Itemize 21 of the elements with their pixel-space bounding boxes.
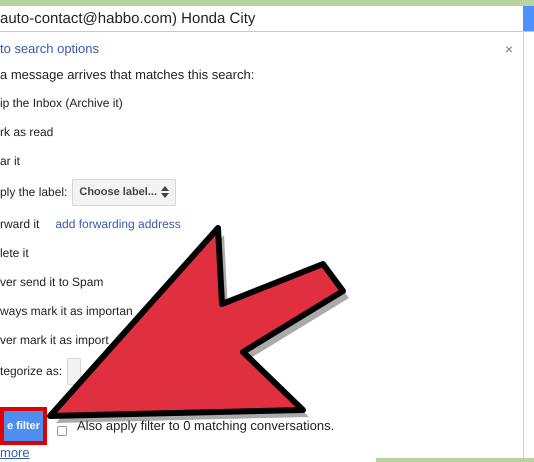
option-label[interactable]: ar it	[0, 152, 20, 170]
option-label[interactable]: ver send it to Spam	[0, 272, 104, 290]
more-link[interactable]: more	[0, 443, 30, 462]
option-label[interactable]: ways mark it as importan	[0, 302, 133, 320]
back-link[interactable]: to search options	[0, 39, 100, 59]
option-label[interactable]: rward it	[0, 214, 40, 232]
option-label[interactable]: ply the label:	[0, 183, 68, 201]
label-dropdown[interactable]: Choose label...	[72, 178, 176, 206]
filter-intro: a message arrives that matches this search:	[0, 66, 254, 84]
option-label[interactable]: tegorize as:	[0, 362, 62, 380]
search-field[interactable]: auto-contact@habbo.com) Honda City	[0, 6, 523, 31]
option-label[interactable]: rk as read	[0, 122, 54, 140]
forwarding-link[interactable]: add forwarding address	[55, 214, 181, 232]
apply-filter-label: Also apply filter to 0 matching conversations.	[77, 417, 334, 436]
option-label[interactable]: lete it	[0, 244, 29, 262]
close-icon[interactable]: ×	[504, 42, 513, 56]
apply-checkbox[interactable]	[57, 426, 67, 436]
label-dropdown[interactable]	[67, 358, 82, 384]
option-label[interactable]: ver mark it as import	[0, 330, 109, 348]
sort-arrows-icon	[161, 186, 170, 198]
option-label[interactable]: ip the Inbox (Archive it)	[0, 94, 123, 112]
